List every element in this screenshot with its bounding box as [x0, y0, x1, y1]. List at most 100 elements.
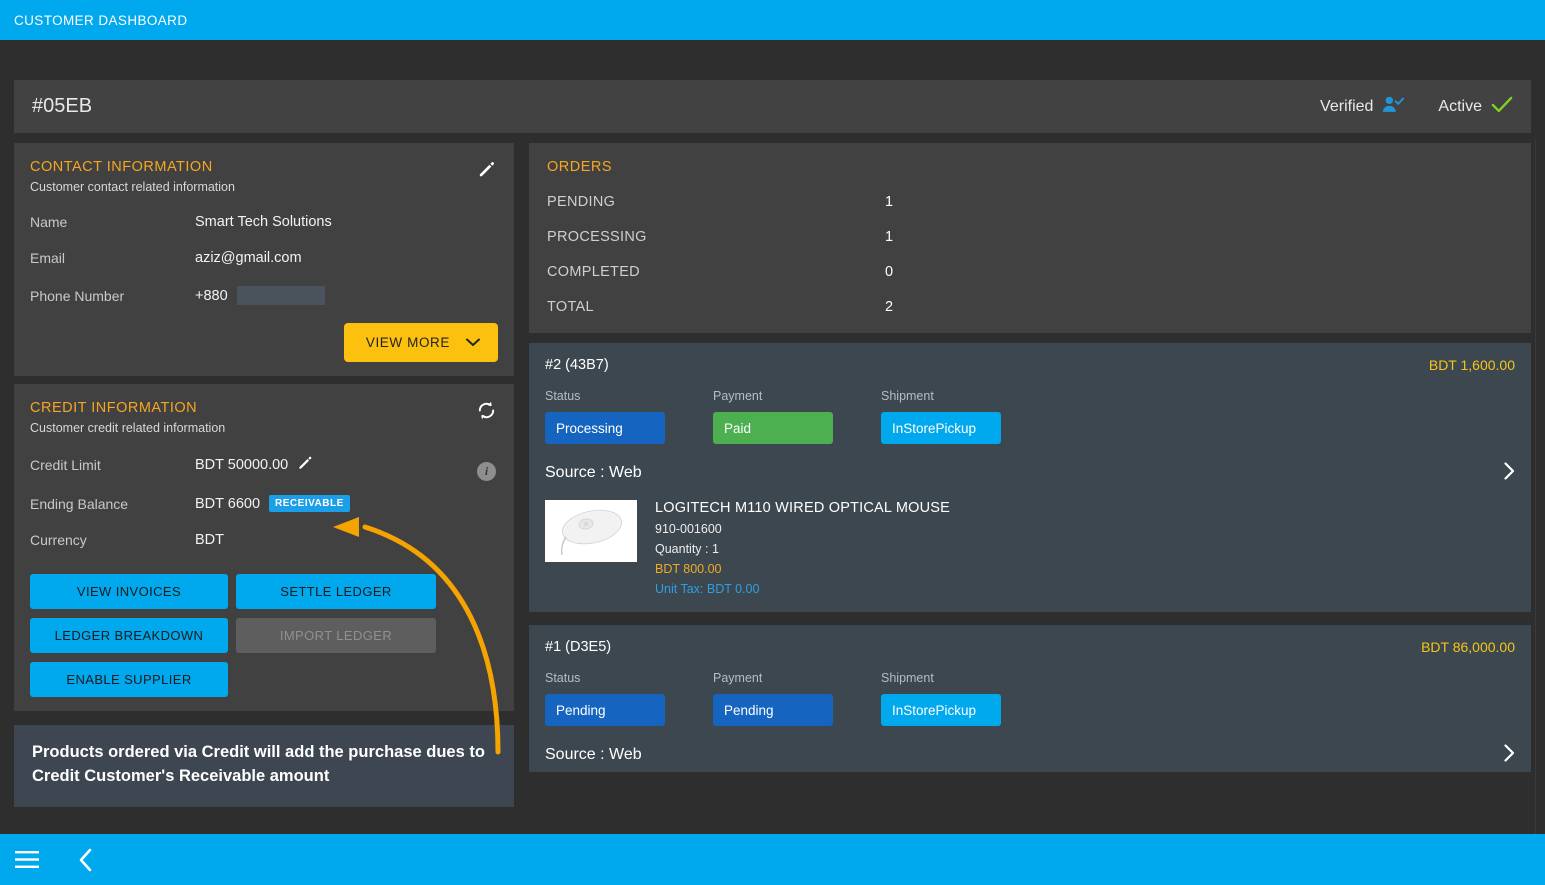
chevron-right-icon[interactable]: [1504, 462, 1515, 484]
pencil-icon: [477, 160, 496, 184]
order-shipment-label: Shipment: [881, 671, 934, 685]
order-status-chip[interactable]: Processing: [545, 412, 665, 444]
ending-balance-label: Ending Balance: [30, 495, 129, 512]
customer-status-group: Verified Active: [1320, 95, 1513, 119]
customer-header-wrap: #05EB Verified Active: [0, 40, 1545, 133]
order-payment-col: Payment Pending: [713, 671, 833, 726]
order-payment-label: Payment: [713, 389, 763, 403]
enable-supplier-button[interactable]: ENABLE SUPPLIER: [30, 662, 228, 697]
product-sku: 910-001600: [655, 522, 722, 536]
order-source: Source : Web: [545, 464, 642, 481]
order-status-chip[interactable]: Pending: [545, 694, 665, 726]
order-status-col: Status Pending: [545, 671, 665, 726]
chevron-left-icon[interactable]: [78, 848, 94, 872]
order-chip-row: Status Pending Payment Pending Shipment …: [545, 671, 1515, 726]
credit-refresh-button[interactable]: [472, 399, 500, 427]
orders-summary-panel: ORDERS PENDING 1 PROCESSING 1 COMPLETED …: [529, 143, 1531, 333]
order-source-row: Source : Web: [545, 744, 1515, 772]
contact-name-value: Smart Tech Solutions: [195, 214, 332, 230]
orders-stat-total-label: TOTAL: [547, 299, 594, 315]
hamburger-menu-icon[interactable]: [14, 850, 40, 869]
currency-value: BDT: [195, 532, 224, 548]
app-title: CUSTOMER DASHBOARD: [14, 12, 188, 28]
order-amount: BDT 86,000.00: [1421, 639, 1515, 655]
settle-ledger-button[interactable]: SETTLE LEDGER: [236, 574, 436, 609]
contact-field-name: Name Smart Tech Solutions: [30, 214, 498, 230]
order-shipment-label: Shipment: [881, 389, 934, 403]
order-product-row: LOGITECH M110 WIRED OPTICAL MOUSE 910-00…: [545, 500, 1515, 612]
mouse-product-image: [545, 500, 637, 562]
view-more-button[interactable]: VIEW MORE: [343, 323, 498, 362]
orders-stat-completed-label: COMPLETED: [547, 264, 640, 280]
order-code: #2 (43B7): [545, 357, 609, 373]
credit-tooltip-text: Products ordered via Credit will add the…: [32, 743, 485, 785]
ledger-breakdown-button[interactable]: LEDGER BREAKDOWN: [30, 618, 228, 653]
customer-dashboard-app: CUSTOMER DASHBOARD #05EB Verified Active…: [0, 0, 1545, 885]
verified-label: Verified: [1320, 97, 1374, 115]
credit-limit-value: BDT 50000.00: [195, 457, 289, 473]
credit-limit-value-group: BDT 50000.00: [195, 455, 313, 475]
order-payment-label: Payment: [713, 671, 763, 685]
contact-information-panel: CONTACT INFORMATION Customer contact rel…: [14, 143, 514, 376]
order-card[interactable]: #1 (D3E5) BDT 86,000.00 Status Pending P…: [529, 625, 1531, 772]
bottom-navigation-bar: [0, 834, 1545, 885]
orders-panel-title: ORDERS: [547, 159, 613, 175]
contact-name-label: Name: [30, 214, 68, 230]
orders-stat-pending-label: PENDING: [547, 194, 616, 210]
top-app-bar: CUSTOMER DASHBOARD: [0, 0, 1545, 40]
verified-status[interactable]: Verified: [1320, 95, 1405, 119]
check-icon: [1491, 95, 1513, 119]
credit-limit-edit-icon[interactable]: [297, 455, 313, 475]
order-shipment-chip[interactable]: InStorePickup: [881, 694, 1001, 726]
contact-email-label: Email: [30, 250, 66, 266]
customer-header: #05EB Verified Active: [14, 80, 1531, 133]
orders-stat-processing-value: 1: [885, 229, 894, 245]
customer-id: #05EB: [32, 95, 93, 117]
order-payment-chip[interactable]: Pending: [713, 694, 833, 726]
page-scrollbar[interactable]: [1535, 140, 1536, 840]
credit-tooltip-callout: Products ordered via Credit will add the…: [14, 725, 514, 807]
left-column: CONTACT INFORMATION Customer contact rel…: [14, 143, 514, 826]
order-payment-chip[interactable]: Paid: [713, 412, 833, 444]
refresh-icon: [476, 400, 497, 426]
contact-phone-label: Phone Number: [30, 287, 125, 304]
contact-email-value: aziz@gmail.com: [195, 250, 302, 266]
contact-panel-subtitle: Customer contact related information: [30, 180, 235, 194]
view-invoices-button[interactable]: VIEW INVOICES: [30, 574, 228, 609]
contact-edit-button[interactable]: [472, 158, 500, 186]
contact-actions: VIEW MORE: [30, 323, 498, 362]
order-card-header: #2 (43B7) BDT 1,600.00: [545, 357, 1515, 373]
contact-field-phone: Phone Number +880: [30, 286, 498, 305]
orders-stat-completed: COMPLETED 0: [547, 264, 1513, 280]
order-card[interactable]: #2 (43B7) BDT 1,600.00 Status Processing…: [529, 343, 1531, 612]
orders-stat-total: TOTAL 2: [547, 299, 1513, 315]
currency-row: Currency BDT: [30, 532, 498, 548]
orders-stat-processing-label: PROCESSING: [547, 229, 647, 245]
ending-balance-row: Ending Balance BDT 6600 RECEIVABLE: [30, 495, 498, 512]
product-unit-tax: Unit Tax: BDT 0.00: [655, 582, 760, 596]
credit-limit-row: Credit Limit BDT 50000.00: [30, 455, 498, 475]
contact-panel-title: CONTACT INFORMATION: [30, 159, 213, 175]
ending-balance-value: BDT 6600: [195, 495, 261, 512]
order-chip-row: Status Processing Payment Paid Shipment …: [545, 389, 1515, 444]
order-status-col: Status Processing: [545, 389, 665, 444]
currency-label: Currency: [30, 532, 87, 548]
orders-stat-pending: PENDING 1: [547, 194, 1513, 210]
contact-phone-value-group: +880: [195, 286, 325, 305]
contact-field-email: Email aziz@gmail.com: [30, 250, 498, 266]
info-icon[interactable]: i: [477, 462, 496, 481]
credit-limit-label: Credit Limit: [30, 457, 101, 473]
orders-stat-completed-value: 0: [885, 264, 894, 280]
main-content: CONTACT INFORMATION Customer contact rel…: [0, 133, 1545, 826]
order-shipment-col: Shipment InStorePickup: [881, 389, 1001, 444]
chevron-right-icon[interactable]: [1504, 744, 1515, 766]
import-ledger-button: IMPORT LEDGER: [236, 618, 436, 653]
orders-stat-total-value: 2: [885, 299, 894, 315]
active-status[interactable]: Active: [1438, 95, 1513, 119]
order-shipment-col: Shipment InStorePickup: [881, 671, 1001, 726]
chevron-down-icon: [466, 335, 480, 350]
order-shipment-chip[interactable]: InStorePickup: [881, 412, 1001, 444]
product-name: LOGITECH M110 WIRED OPTICAL MOUSE: [655, 500, 951, 516]
orders-list: #2 (43B7) BDT 1,600.00 Status Processing…: [529, 343, 1531, 772]
orders-stat-pending-value: 1: [885, 194, 894, 210]
